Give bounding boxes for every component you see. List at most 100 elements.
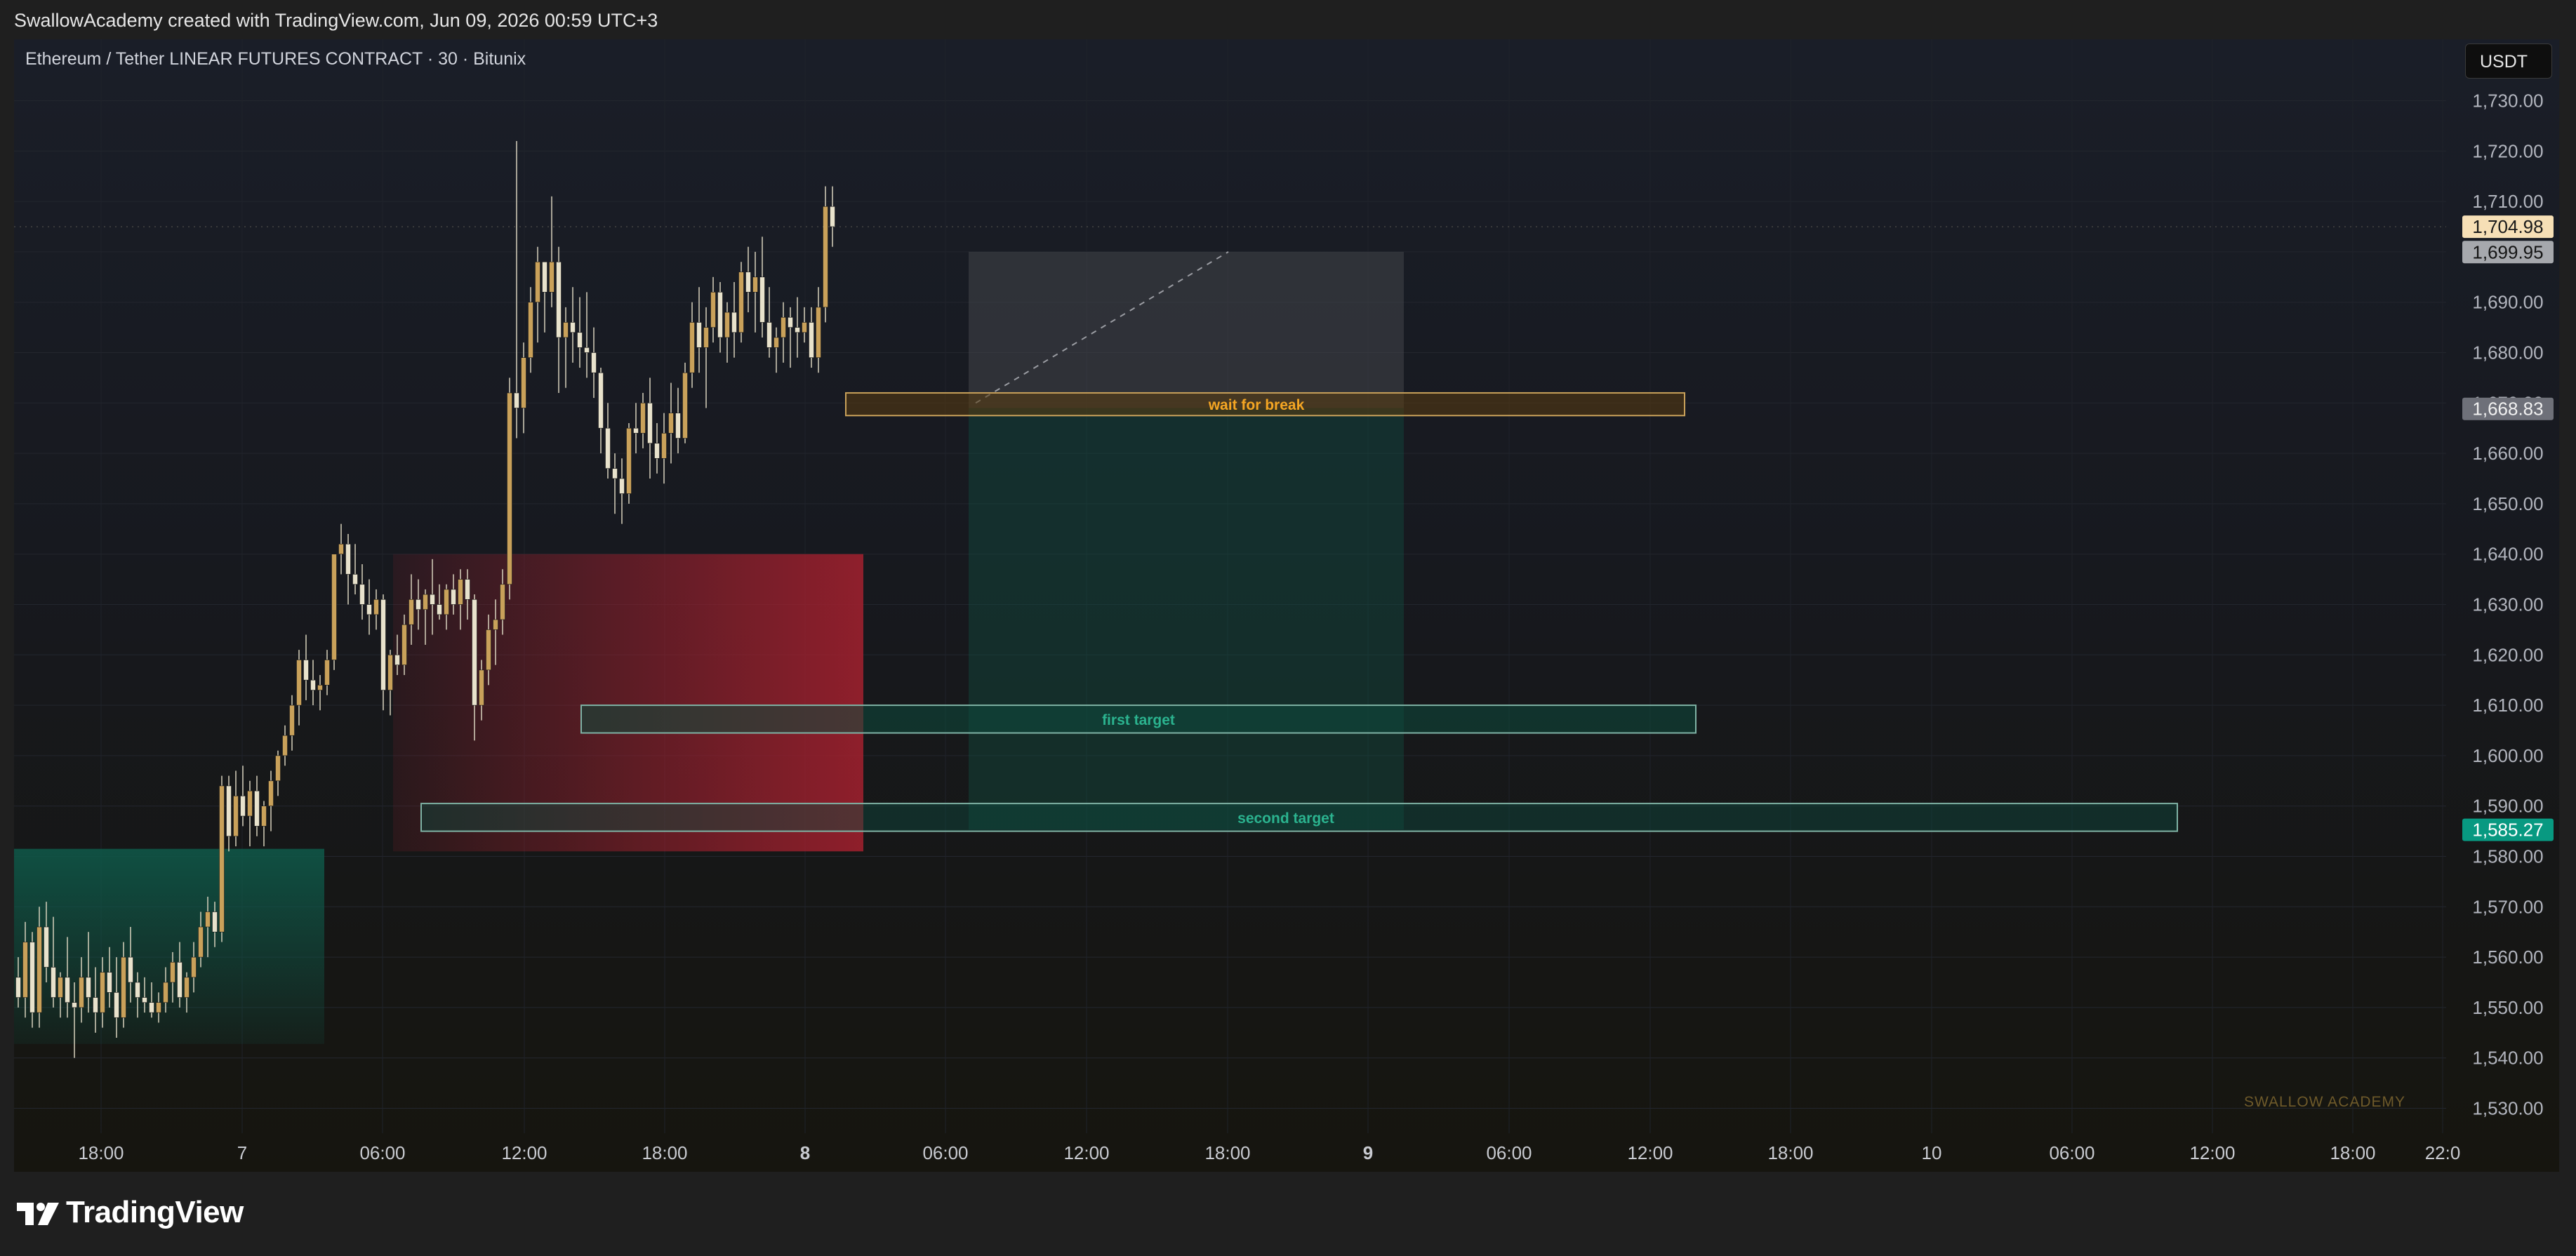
y-tick-label: 1,630.00 — [2472, 594, 2543, 615]
candle-body — [289, 704, 295, 736]
symbol-title[interactable]: Ethereum / Tether LINEAR FUTURES CONTRAC… — [25, 49, 526, 69]
candle-body — [65, 977, 70, 1003]
candle — [816, 287, 821, 373]
candle — [345, 533, 351, 605]
candle — [310, 660, 316, 706]
candle — [507, 378, 512, 600]
candle-body — [310, 679, 316, 690]
candle — [521, 342, 526, 434]
candle-body — [275, 755, 281, 782]
candle — [766, 287, 772, 358]
candle-body — [570, 322, 576, 333]
x-tick-label: 18:00 — [1767, 1142, 1813, 1163]
candle-body — [507, 392, 512, 585]
candle-body — [640, 402, 646, 434]
time-axis: 18:00 7 06:00 12:00 18:00 8 06:00 12:00 18:00 9 06… — [78, 1142, 2460, 1163]
candle-body — [479, 669, 484, 706]
candle-body — [745, 272, 751, 293]
price-label: 1,699.95 — [2472, 241, 2543, 262]
candle — [710, 276, 716, 343]
currency-button[interactable]: USDT — [2465, 44, 2552, 79]
candle-body — [240, 796, 246, 817]
candle — [703, 307, 709, 408]
candle — [282, 725, 288, 766]
candle — [296, 650, 302, 726]
price-label: 1,585.27 — [2472, 820, 2543, 841]
x-tick-label: 12:00 — [1627, 1142, 1673, 1163]
candle-body — [612, 468, 618, 479]
candle — [303, 634, 309, 700]
candle — [577, 297, 583, 368]
footer — [0, 1172, 2576, 1256]
candlestick-chart[interactable]: wait for breakfirst targetsecond target … — [0, 0, 2576, 1256]
candle-body — [528, 302, 533, 358]
candle — [830, 186, 835, 247]
x-tick-label: 18:00 — [1204, 1142, 1250, 1163]
candle-body — [163, 982, 168, 1003]
candle-body — [682, 372, 688, 439]
y-tick-label: 1,710.00 — [2472, 191, 2543, 212]
candle-body — [142, 997, 147, 1003]
candle-body — [135, 982, 140, 998]
candle-body — [731, 312, 737, 333]
candle — [331, 554, 337, 670]
candle — [717, 281, 723, 353]
candle-body — [809, 322, 814, 358]
candle-body — [191, 956, 197, 978]
y-tick-label: 1,580.00 — [2472, 846, 2543, 867]
candle-body — [605, 427, 611, 469]
candle-body — [317, 685, 323, 690]
candle-body — [149, 1002, 154, 1013]
candle — [809, 307, 814, 368]
x-tick-label: 12:00 — [501, 1142, 547, 1163]
annotation-label: wait for break — [1208, 397, 1305, 413]
x-tick-label: 06:00 — [359, 1142, 405, 1163]
candle-body — [79, 977, 84, 1008]
candle-body — [282, 735, 288, 756]
candle-body — [584, 347, 590, 353]
candle — [359, 564, 365, 620]
x-tick-label: 8 — [800, 1142, 810, 1163]
y-tick-label: 1,620.00 — [2472, 644, 2543, 665]
candle-body — [752, 276, 758, 293]
candle-body — [416, 599, 421, 610]
candle-body — [696, 322, 702, 348]
y-tick-label: 1,730.00 — [2472, 91, 2543, 112]
candle — [542, 261, 547, 333]
y-tick-label: 1,650.00 — [2472, 493, 2543, 514]
candle-body — [556, 261, 562, 338]
candle-body — [51, 967, 56, 998]
candle-body — [86, 977, 91, 998]
candle-body — [15, 977, 21, 998]
candle — [366, 579, 372, 635]
price-label: 1,668.83 — [2472, 399, 2543, 420]
candle — [598, 368, 604, 454]
candle — [795, 297, 800, 358]
candle-body — [226, 785, 232, 837]
candle-body — [121, 956, 126, 1018]
candle — [514, 140, 519, 439]
tradingview-logo-icon[interactable] — [15, 1200, 60, 1228]
candle — [823, 186, 828, 323]
candle-body — [22, 942, 28, 998]
candle-body — [598, 372, 604, 429]
candle — [352, 544, 358, 595]
candle-body — [766, 322, 772, 348]
candle — [802, 307, 807, 343]
x-tick-label: 18:00 — [2330, 1142, 2375, 1163]
tradingview-logo-text[interactable]: TradingView — [66, 1195, 244, 1230]
candle-body — [633, 427, 639, 434]
candle-body — [219, 785, 225, 933]
candle-body — [619, 478, 625, 494]
x-tick-label: 10 — [1922, 1142, 1942, 1163]
candle-body — [458, 579, 463, 605]
candle-body — [724, 312, 730, 338]
candle — [240, 766, 246, 827]
candle-body — [472, 599, 477, 706]
candle — [675, 387, 681, 454]
candle — [535, 246, 540, 343]
x-tick-label: 22:0 — [2425, 1142, 2461, 1163]
annotation-label: second target — [1237, 810, 1334, 827]
candle-body — [394, 654, 400, 665]
candle — [781, 302, 786, 363]
